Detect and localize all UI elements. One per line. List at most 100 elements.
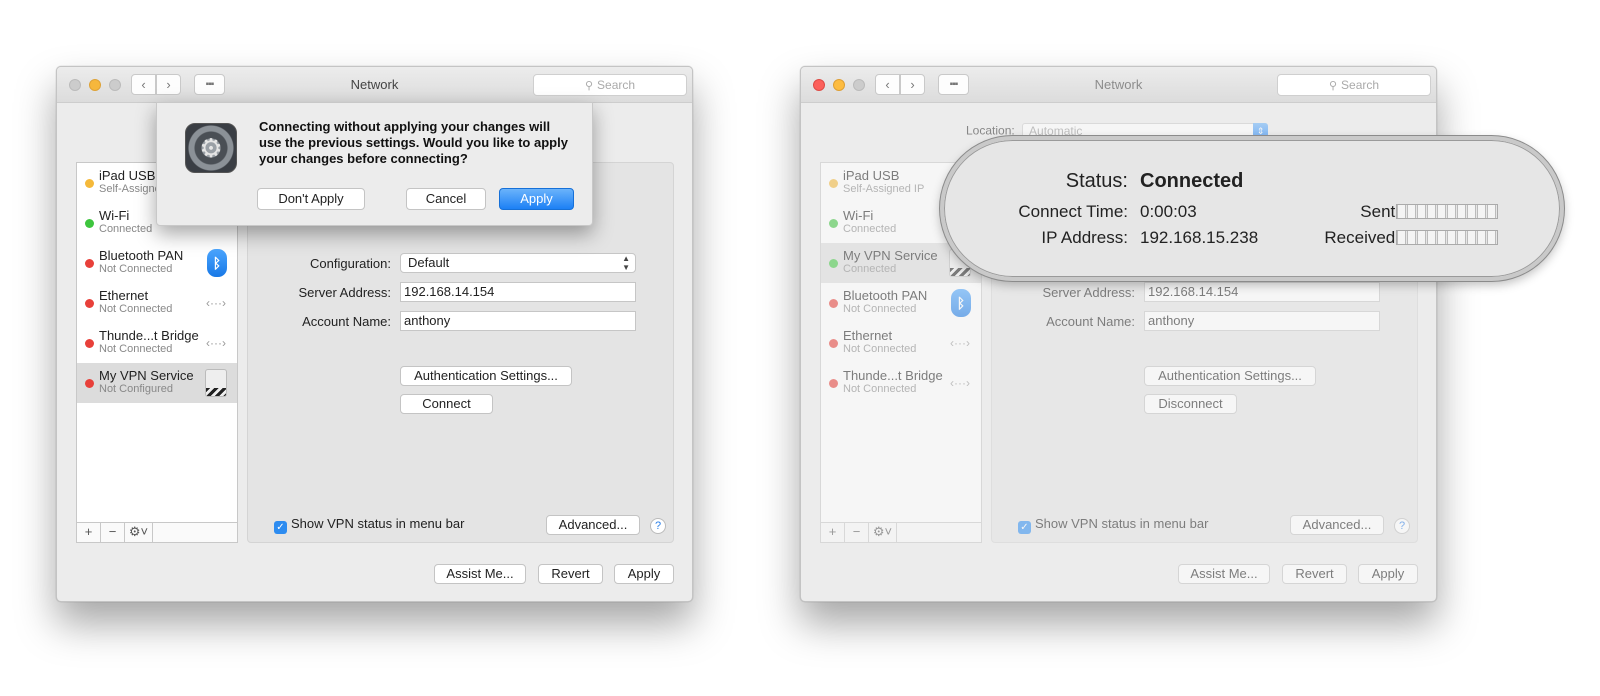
disconnect-button[interactable]: Disconnect (1144, 394, 1237, 414)
configuration-select[interactable]: Default ▲ ▼ (400, 253, 636, 273)
status-dot (85, 259, 94, 268)
account-name-field[interactable]: anthony (1144, 311, 1380, 331)
gear-icon: ⚙ (199, 133, 223, 163)
status-value: Connected (1140, 170, 1244, 192)
service-list-toolbar: + − ⚙˅ (821, 522, 981, 542)
minus-icon: − (852, 524, 861, 539)
thunderbolt-bridge-icon: ‹···› (950, 376, 970, 390)
service-item-my-vpn[interactable]: My VPN Service Not Configured (77, 363, 237, 403)
status-dot (829, 179, 838, 188)
service-actions-button[interactable]: ⚙˅ (125, 523, 153, 542)
account-name-row: Account Name: anthony (248, 311, 673, 331)
status-dot (85, 219, 94, 228)
gear-icon: ⚙˅ (128, 524, 149, 539)
account-name-label: Account Name: (1046, 314, 1135, 329)
thunderbolt-bridge-icon: ‹···› (206, 336, 226, 350)
status-dot (829, 259, 838, 268)
status-dot (829, 339, 838, 348)
received-label: Received: (1324, 228, 1400, 247)
sent-meter (1396, 204, 1498, 219)
service-item-bluetooth-pan[interactable]: Bluetooth PAN Not Connected ᛒ (77, 243, 237, 283)
dialog-cancel-button[interactable]: Cancel (406, 188, 486, 210)
status-dot (829, 219, 838, 228)
help-button[interactable]: ? (650, 518, 666, 534)
status-dot (85, 379, 94, 388)
service-item-thunderbolt-bridge[interactable]: Thunde...t Bridge Not Connected ‹···› (77, 323, 237, 363)
authentication-settings-button[interactable]: Authentication Settings... (1144, 366, 1316, 386)
service-list-toolbar: + − ⚙˅ (77, 522, 237, 542)
authentication-settings-button[interactable]: Authentication Settings... (400, 366, 572, 386)
apply-button[interactable]: Apply (1358, 564, 1418, 584)
dont-apply-button[interactable]: Don't Apply (257, 188, 365, 210)
advanced-button[interactable]: Advanced... (1290, 515, 1384, 535)
server-address-row: Server Address: 192.168.14.154 (992, 282, 1417, 302)
advanced-button[interactable]: Advanced... (546, 515, 640, 535)
revert-button[interactable]: Revert (1282, 564, 1347, 584)
ethernet-icon: ‹···› (206, 296, 226, 310)
add-service-button[interactable]: + (77, 523, 101, 542)
remove-service-button[interactable]: − (845, 523, 869, 542)
service-item-bluetooth-pan[interactable]: Bluetooth PAN Not Connected ᛒ (821, 283, 981, 323)
received-meter (1396, 230, 1498, 245)
search-placeholder: Search (1341, 78, 1380, 92)
server-address-label: Server Address: (1042, 285, 1136, 300)
server-address-label: Server Address: (298, 285, 392, 300)
status-label: Status: (1065, 170, 1128, 192)
assist-me-button[interactable]: Assist Me... (1178, 564, 1270, 584)
service-item-thunderbolt-bridge[interactable]: Thunde...t Bridge Not Connected ‹···› (821, 363, 981, 403)
remove-service-button[interactable]: − (101, 523, 125, 542)
service-actions-button[interactable]: ⚙˅ (869, 523, 897, 542)
bluetooth-icon: ᛒ (207, 249, 227, 277)
dialog-message: Connecting without applying your changes… (259, 119, 568, 166)
plus-icon: + (84, 524, 93, 539)
updown-chevron-icon: ▲ ▼ (622, 254, 630, 272)
revert-button[interactable]: Revert (538, 564, 603, 584)
server-address-row: Server Address: 192.168.14.154 (248, 282, 673, 302)
connect-time-label: Connect Time: (1018, 202, 1128, 221)
service-item-ethernet[interactable]: Ethernet Not Connected ‹···› (77, 283, 237, 323)
ip-address-label: IP Address: (1041, 228, 1128, 247)
configuration-row: Configuration: Default ▲ ▼ (248, 253, 673, 273)
dialog-apply-button[interactable]: Apply (499, 188, 574, 210)
checkmark-icon: ✓ (274, 521, 287, 534)
status-dot (829, 299, 838, 308)
plus-icon: + (828, 524, 837, 539)
connect-time-value: 0:00:03 (1140, 202, 1197, 221)
show-vpn-status-label: Show VPN status in menu bar (291, 516, 465, 531)
apply-changes-dialog: ⚙ Connecting without applying your chang… (156, 102, 593, 226)
server-address-field[interactable]: 192.168.14.154 (400, 282, 636, 302)
server-address-field[interactable]: 192.168.14.154 (1144, 282, 1380, 302)
status-dot (85, 339, 94, 348)
add-service-button[interactable]: + (821, 523, 845, 542)
connect-button[interactable]: Connect (400, 394, 493, 414)
ip-address-value: 192.168.15.238 (1140, 228, 1259, 247)
help-button[interactable]: ? (1394, 518, 1410, 534)
configuration-value: Default (408, 255, 450, 270)
checkmark-icon: ✓ (1018, 521, 1031, 534)
system-preferences-icon: ⚙ (185, 123, 237, 173)
status-dot (85, 299, 94, 308)
title-bar: ‹ › ▪▪▪ Network ⚲ Search (801, 67, 1436, 103)
service-item-ethernet[interactable]: Ethernet Not Connected ‹···› (821, 323, 981, 363)
show-vpn-status-checkbox[interactable]: ✓ Show VPN status in menu bar (1018, 516, 1208, 534)
search-placeholder: Search (597, 78, 636, 92)
search-field[interactable]: ⚲ Search (1277, 74, 1431, 96)
search-icon: ⚲ (584, 80, 594, 92)
assist-me-button[interactable]: Assist Me... (434, 564, 526, 584)
configuration-label: Configuration: (310, 256, 391, 271)
apply-button[interactable]: Apply (614, 564, 674, 584)
status-dot (829, 379, 838, 388)
vpn-lock-icon (205, 369, 227, 397)
account-name-row: Account Name: anthony (992, 311, 1417, 331)
account-name-field[interactable]: anthony (400, 311, 636, 331)
search-icon: ⚲ (1328, 80, 1338, 92)
show-vpn-status-checkbox[interactable]: ✓ Show VPN status in menu bar (274, 516, 464, 534)
title-bar: ‹ › ▪▪▪ Network ⚲ Search (57, 67, 692, 103)
sent-label: Sent: (1360, 202, 1400, 221)
show-vpn-status-label: Show VPN status in menu bar (1035, 516, 1209, 531)
status-dot (85, 179, 94, 188)
gear-icon: ⚙˅ (872, 524, 893, 539)
minus-icon: − (108, 524, 117, 539)
search-field[interactable]: ⚲ Search (533, 74, 687, 96)
account-name-label: Account Name: (302, 314, 391, 329)
